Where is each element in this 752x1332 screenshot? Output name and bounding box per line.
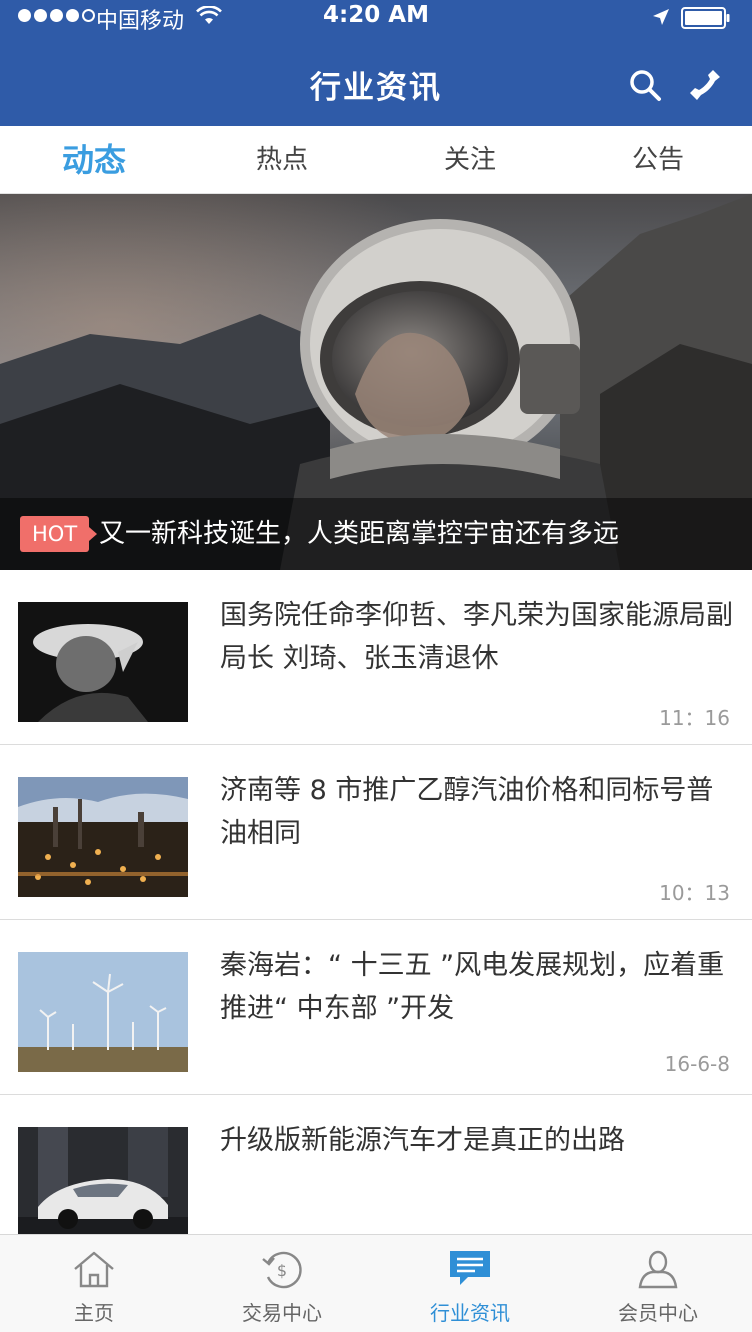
tabbar-label: 行业资讯 (430, 1301, 510, 1325)
news-thumbnail (18, 1127, 188, 1247)
tab-announcement[interactable]: 公告 (564, 126, 752, 193)
news-title: 升级版新能源汽车才是真正的出路 (220, 1125, 625, 1156)
member-icon (636, 1249, 680, 1293)
tabbar-industry-news[interactable]: 行业资讯 (376, 1235, 564, 1332)
tab-hot[interactable]: 热点 (188, 126, 376, 193)
status-bar: 中国移动 4:20 AM (0, 0, 752, 36)
trade-icon: $ (260, 1249, 304, 1293)
battery-icon (681, 7, 731, 35)
app-header: 中国移动 4:20 AM 行业资讯 (0, 0, 752, 126)
news-item[interactable]: 秦海岩：“ 十三五 ”风电发展规划，应着重推进“ 中东部 ”开发 16-6-8 (0, 920, 752, 1095)
hero-caption: HOT 又一新科技诞生，人类距离掌控宇宙还有多远 (0, 498, 752, 570)
news-icon (448, 1249, 492, 1293)
news-time: 10：13 (659, 881, 730, 905)
tabbar-label: 交易中心 (242, 1301, 322, 1325)
tabbar-label: 会员中心 (618, 1301, 698, 1325)
news-title: 秦海岩：“ 十三五 ”风电发展规划，应着重推进“ 中东部 ”开发 (220, 950, 725, 1024)
news-title: 国务院任命李仰哲、李凡荣为国家能源局副局长 刘琦、张玉清退休 (220, 600, 733, 674)
tabbar-member-center[interactable]: 会员中心 (564, 1235, 752, 1332)
tab-follow[interactable]: 关注 (376, 126, 564, 193)
category-tabs: 动态 热点 关注 公告 (0, 126, 752, 194)
search-icon[interactable] (628, 68, 662, 106)
news-title: 济南等 8 市推广乙醇汽油价格和同标号普油相同 (220, 775, 714, 849)
news-list: 国务院任命李仰哲、李凡荣为国家能源局副局长 刘琦、张玉清退休 11：16 济南等… (0, 570, 752, 1270)
hero-banner[interactable]: HOT 又一新科技诞生，人类距离掌控宇宙还有多远 (0, 194, 752, 570)
news-time: 16-6-8 (664, 1052, 730, 1076)
home-icon (72, 1249, 116, 1293)
news-thumbnail (18, 777, 188, 897)
svg-text:$: $ (277, 1261, 287, 1280)
bottom-tab-bar: 主页 $ 交易中心 行业资讯 会员中心 (0, 1234, 752, 1332)
location-arrow-icon (651, 7, 671, 33)
hero-title: 又一新科技诞生，人类距离掌控宇宙还有多远 (99, 519, 620, 549)
news-item[interactable]: 济南等 8 市推广乙醇汽油价格和同标号普油相同 10：13 (0, 745, 752, 920)
news-thumbnail (18, 602, 188, 722)
tabbar-trade-center[interactable]: $ 交易中心 (188, 1235, 376, 1332)
phone-icon[interactable] (688, 68, 722, 106)
news-thumbnail (18, 952, 188, 1072)
status-time: 4:20 AM (323, 2, 429, 28)
tab-dynamics[interactable]: 动态 (0, 126, 188, 193)
news-time: 11：16 (659, 706, 730, 730)
news-item[interactable]: 国务院任命李仰哲、李凡荣为国家能源局副局长 刘琦、张玉清退休 11：16 (0, 570, 752, 745)
tabbar-home[interactable]: 主页 (0, 1235, 188, 1332)
hot-badge: HOT (20, 516, 98, 552)
tabbar-label: 主页 (74, 1301, 114, 1325)
